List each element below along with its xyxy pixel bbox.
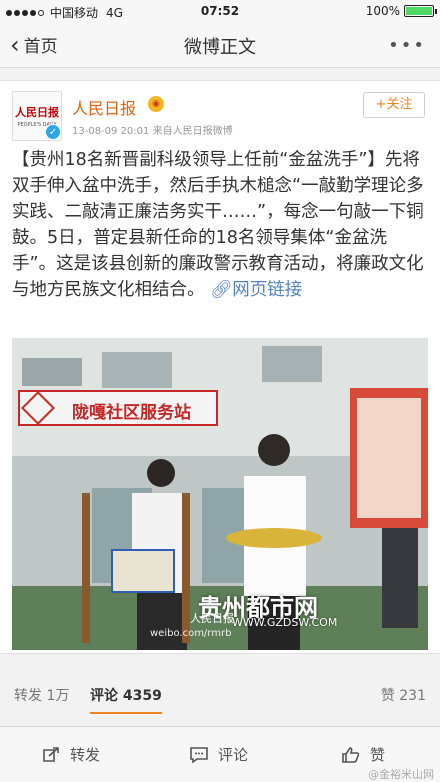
comment-label: 评论	[218, 746, 249, 764]
comment-count-tab[interactable]: 评论 4359	[90, 685, 162, 705]
more-icon[interactable]: •••	[388, 35, 426, 56]
author-name[interactable]: 人民日报	[72, 95, 136, 119]
post-meta: 13-08-09 20:01 来自人民日报微博	[72, 126, 233, 137]
verified-icon: ✓	[45, 124, 61, 140]
footer-watermark: @金裕米山网	[368, 768, 434, 781]
battery-icon	[404, 5, 437, 17]
battery-percent: 100%	[365, 4, 400, 18]
web-link[interactable]: 🔗︎网页链接	[210, 280, 302, 300]
nav-bar: ‹ 首页 微博正文 •••	[0, 22, 440, 68]
status-bar: 中国移动 4G 07:52 100%	[0, 0, 440, 22]
like-label: 赞	[370, 746, 386, 764]
status-right: 100%	[365, 4, 437, 18]
post-body: 【贵州18名新晋副科级领导上任前“金盆洗手”】先将双手伸入盆中洗手，然后手执木槌…	[12, 150, 424, 300]
avatar-logo: 人民日报	[15, 106, 59, 119]
action-bar: 转发 评论 赞 @金裕米山网	[0, 726, 440, 782]
emblem-icon	[21, 391, 55, 425]
repost-button[interactable]: 转发	[42, 744, 100, 765]
post-text: 【贵州18名新晋副科级领导上任前“金盆洗手”】先将双手伸入盆中洗手，然后手执木槌…	[12, 147, 430, 303]
repost-count-tab[interactable]: 转发 1万	[14, 685, 69, 705]
photo-watermark-url: WWW.GZDSW.COM	[232, 616, 338, 629]
battery-fill	[406, 7, 432, 15]
like-count-tab[interactable]: 赞 231	[381, 685, 426, 705]
post-card: 人民日报 PEOPLE'S DAILY ✓ 人民日报 ◉ 13-08-09 20…	[0, 80, 440, 654]
repost-icon	[43, 746, 59, 762]
link-label: 网页链接	[232, 280, 303, 300]
like-button[interactable]: 赞	[342, 744, 385, 765]
active-tab-indicator	[90, 712, 162, 714]
photo-sign-text: 陇嘎社区服务站	[72, 403, 191, 423]
photo-watermark-people: 人民日报	[190, 612, 234, 625]
follow-button[interactable]: +关注	[363, 92, 425, 118]
stats-bar: 转发 1万 评论 4359 赞 231	[0, 674, 440, 714]
link-icon: 🔗︎	[210, 280, 233, 300]
photo-caption: weibo.com/rmrb	[150, 628, 232, 639]
thumbs-up-icon	[342, 746, 360, 763]
comment-icon	[190, 746, 208, 763]
repost-label: 转发	[70, 746, 101, 764]
comment-button[interactable]: 评论	[190, 744, 248, 765]
page-title: 微博正文	[184, 37, 256, 58]
post-photo[interactable]: 陇嘎社区服务站 贵州都市网 人民日报 WWW.GZDSW.COM weibo.c…	[12, 338, 428, 650]
vip-icon: ◉	[148, 96, 164, 112]
photo-sign: 陇嘎社区服务站	[18, 390, 218, 426]
